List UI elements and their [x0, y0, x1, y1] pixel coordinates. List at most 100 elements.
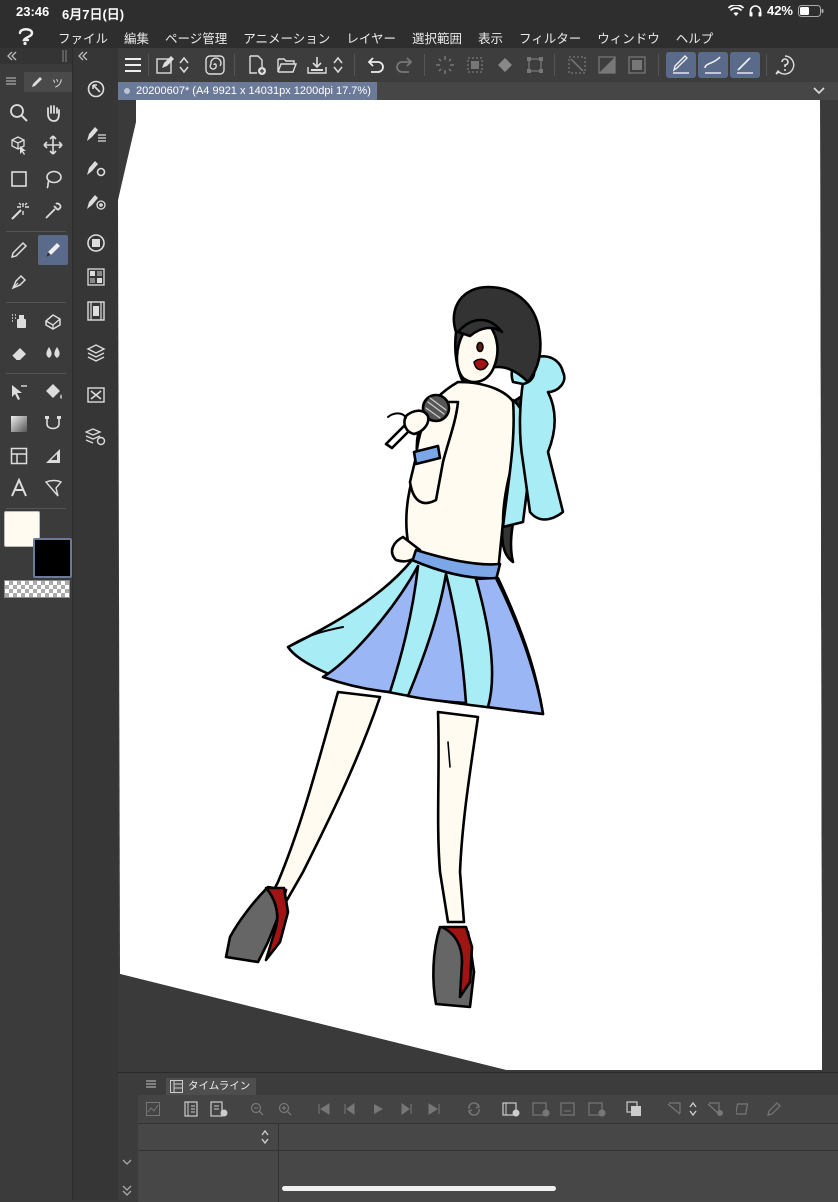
pen-tool[interactable] — [38, 235, 68, 265]
subtool-button[interactable] — [81, 118, 111, 148]
cel-icon[interactable] — [588, 1101, 606, 1117]
balloon-tool[interactable] — [38, 473, 68, 503]
timeline-row[interactable] — [138, 1123, 838, 1150]
save-updown-button[interactable] — [330, 52, 346, 78]
navigator-button[interactable] — [81, 74, 111, 104]
undo-button[interactable] — [362, 52, 388, 78]
menu-edit[interactable]: 編集 — [124, 28, 149, 47]
layer-button[interactable] — [81, 338, 111, 368]
canvas-area[interactable] — [118, 82, 838, 1072]
color-circle-button[interactable] — [81, 228, 111, 258]
menu-selection[interactable]: 選択範囲 — [412, 28, 462, 47]
menu-layer[interactable]: レイヤー — [346, 28, 396, 47]
light-table-settings-icon[interactable] — [706, 1101, 724, 1117]
sub-color-swatch[interactable] — [33, 538, 72, 578]
cel-icon[interactable] — [560, 1101, 578, 1117]
hamburger-icon[interactable] — [6, 76, 16, 86]
pen-edit-icon[interactable] — [766, 1101, 782, 1117]
updown-chevron-icon[interactable] — [688, 1100, 698, 1118]
lasso-tool[interactable] — [38, 164, 68, 194]
onion-skin-icon[interactable] — [626, 1101, 642, 1117]
menu-page[interactable]: ページ管理 — [165, 28, 227, 47]
cel-icon[interactable] — [532, 1101, 550, 1117]
show-selection-button[interactable] — [624, 52, 650, 78]
invert-selection-button[interactable] — [594, 52, 620, 78]
eraser-tool[interactable] — [4, 338, 34, 368]
double-chevron-down-icon[interactable] — [122, 1185, 132, 1197]
clip-studio-button[interactable] — [202, 52, 228, 78]
updown-chevron-icon[interactable] — [260, 1128, 270, 1146]
double-chevron-left-icon[interactable] — [6, 51, 18, 61]
panel-grip-icon[interactable] — [62, 50, 68, 62]
help-button[interactable] — [772, 52, 798, 78]
menu-view[interactable]: 表示 — [478, 28, 503, 47]
layer-search-button[interactable] — [81, 422, 111, 452]
menu-window[interactable]: ウィンドウ — [597, 28, 660, 47]
hamburger-icon[interactable] — [146, 1079, 156, 1089]
brush-tool[interactable] — [38, 306, 68, 336]
frame-border-tool[interactable] — [4, 441, 34, 471]
decoration-tool[interactable] — [4, 267, 34, 297]
color-set-button[interactable] — [81, 262, 111, 292]
menu-file[interactable]: ファイル — [58, 28, 108, 47]
layer-property-button[interactable] — [81, 380, 111, 410]
brush-size-button[interactable] — [81, 186, 111, 216]
play-icon[interactable] — [372, 1103, 384, 1115]
document-tab[interactable]: 20200607* (A4 9921 x 14031px 1200dpi 17.… — [118, 82, 377, 100]
zoom-out-icon[interactable] — [250, 1102, 264, 1116]
hand-tool[interactable] — [38, 98, 68, 128]
panel-tab[interactable]: ツ — [24, 72, 72, 92]
airbrush-tool[interactable] — [4, 306, 34, 336]
operation-tool[interactable] — [4, 377, 34, 407]
first-frame-icon[interactable] — [318, 1103, 330, 1115]
transform-button[interactable] — [522, 52, 548, 78]
ruler-tool[interactable] — [38, 441, 68, 471]
menu-filter[interactable]: フィルター — [519, 28, 581, 47]
edit-canvas-button[interactable] — [152, 52, 178, 78]
move-tool[interactable] — [38, 130, 68, 160]
clear-button[interactable] — [432, 52, 458, 78]
blend-tool[interactable] — [38, 338, 68, 368]
text-tool[interactable] — [4, 473, 34, 503]
zoom-in-icon[interactable] — [278, 1102, 292, 1116]
rect-select-tool[interactable] — [4, 164, 34, 194]
menu-animation[interactable]: アニメーション — [243, 28, 330, 47]
clip-studio-logo-icon[interactable] — [16, 26, 36, 46]
panel-collapse-bar[interactable] — [0, 48, 72, 64]
canvas-view[interactable] — [118, 82, 838, 1072]
stabilization-pen-button[interactable] — [666, 52, 696, 78]
tool-property-button[interactable] — [81, 152, 111, 182]
timeline-tab[interactable]: タイムライン — [166, 1078, 257, 1095]
timeline-graph-icon[interactable] — [146, 1102, 160, 1116]
pencil-tool[interactable] — [4, 235, 34, 265]
light-table-icon[interactable] — [666, 1101, 682, 1117]
stabilization-line-button[interactable] — [730, 52, 760, 78]
loop-icon[interactable] — [466, 1101, 482, 1117]
add-cel-icon[interactable] — [210, 1101, 228, 1117]
open-button[interactable] — [274, 52, 300, 78]
prev-frame-icon[interactable] — [344, 1103, 356, 1115]
menu-help[interactable]: ヘルプ — [676, 28, 714, 47]
redo-button[interactable] — [392, 52, 418, 78]
deselect-button[interactable] — [564, 52, 590, 78]
fill-selection-button[interactable] — [492, 52, 518, 78]
object-tool[interactable] — [4, 130, 34, 160]
chevron-down-icon[interactable] — [812, 84, 826, 98]
magic-wand-tool[interactable] — [4, 196, 34, 226]
stabilization-brush-button[interactable] — [698, 52, 728, 78]
save-button[interactable] — [304, 52, 330, 78]
new-animation-folder-icon[interactable] — [502, 1101, 520, 1117]
eyedropper-tool[interactable] — [38, 196, 68, 226]
sync-icon[interactable] — [736, 1101, 752, 1117]
animation-cels-button[interactable] — [81, 296, 111, 326]
double-chevron-left-icon[interactable] — [77, 51, 89, 61]
last-frame-icon[interactable] — [428, 1103, 440, 1115]
next-frame-icon[interactable] — [400, 1103, 412, 1115]
chevron-down-icon[interactable] — [122, 1157, 132, 1167]
home-indicator[interactable] — [282, 1186, 556, 1191]
updown-button[interactable] — [176, 52, 192, 78]
transparent-color-swatch[interactable] — [4, 580, 70, 598]
zoom-tool[interactable] — [4, 98, 34, 128]
hamburger-menu-button[interactable] — [120, 52, 146, 78]
timeline-row[interactable] — [138, 1150, 838, 1202]
